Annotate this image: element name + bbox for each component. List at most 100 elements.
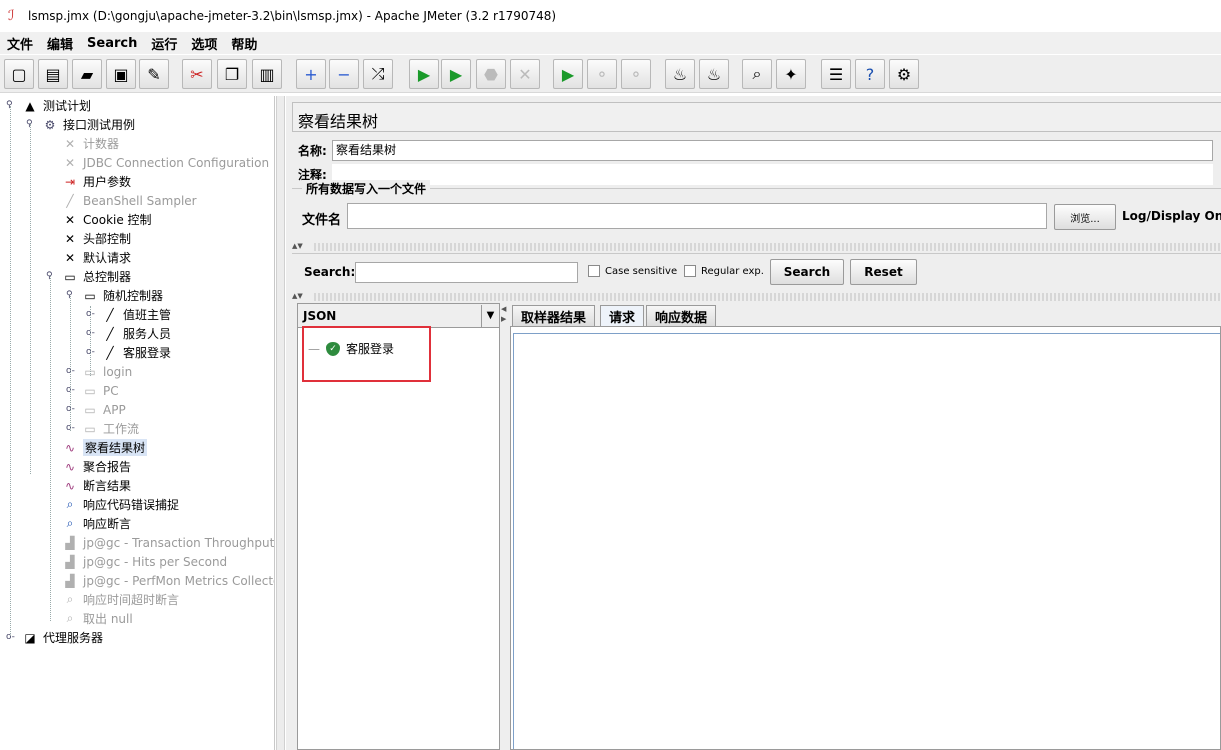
test-plan-tree[interactable]: ▲ 测试计划 ⚲ ⚙ 接口测试用例 ⚲ ✕ 计数器 ✕ JDBC Connection Confi…: [0, 96, 275, 750]
remote-shutdown-button[interactable]: ⚬: [621, 59, 651, 89]
search-button[interactable]: ⌕: [742, 59, 772, 89]
left-arrow-icon[interactable]: ◀: [501, 305, 506, 313]
clear-button[interactable]: ♨: [665, 59, 695, 89]
menu-file[interactable]: 文件: [0, 34, 40, 53]
tree-node[interactable]: ▭ 总控制器: [62, 267, 131, 286]
tree-node[interactable]: ▭ PC: [82, 381, 119, 400]
tree-node[interactable]: ✕ JDBC Connection Configuration: [62, 153, 269, 172]
copy-button[interactable]: ❐: [217, 59, 247, 89]
tree-node[interactable]: ╱ BeanShell Sampler: [62, 191, 196, 210]
dropdown-arrow-icon[interactable]: ▼: [481, 304, 499, 327]
tree-node-label: 头部控制: [83, 232, 132, 246]
tree-node[interactable]: ▲ 测试计划: [22, 96, 91, 115]
tree-node[interactable]: ∿ 察看结果树: [62, 438, 148, 457]
search-button[interactable]: Search: [770, 259, 844, 285]
tree-node[interactable]: ✕ 头部控制: [62, 229, 131, 248]
clear-all-button[interactable]: ♨: [699, 59, 729, 89]
case-sensitive-box[interactable]: [588, 265, 600, 277]
tab-sampler-result[interactable]: 取样器结果: [512, 305, 596, 326]
function-helper-button[interactable]: ☰: [821, 59, 851, 89]
request-text-area[interactable]: [513, 333, 1220, 749]
tree-node[interactable]: ▟ jp@gc - Hits per Second: [62, 552, 227, 571]
tab-response-data[interactable]: 响应数据: [646, 305, 717, 326]
menu-bar: 文件 编辑 Search 运行 选项 帮助: [0, 32, 1221, 54]
results-splitter[interactable]: ◀ ▶: [500, 303, 508, 750]
remote-start-button[interactable]: ▶: [553, 59, 583, 89]
reset-button[interactable]: Reset: [850, 259, 917, 285]
start-no-pause-icon: ▶: [449, 64, 463, 84]
new-button[interactable]: ▢: [4, 59, 34, 89]
tree-node[interactable]: ▭ 随机控制器: [82, 286, 163, 305]
tree-node[interactable]: ⚙ 接口测试用例: [42, 115, 135, 134]
browse-button[interactable]: 浏览...: [1054, 204, 1116, 230]
tree-node[interactable]: ✕ 计数器: [62, 134, 119, 153]
tab-request[interactable]: 请求: [600, 305, 645, 326]
tree-node[interactable]: ∿ 断言结果: [62, 476, 131, 495]
tree-node[interactable]: ⇥ 用户参数: [62, 172, 131, 191]
case-sensitive-label: Case sensitive: [605, 265, 678, 277]
tree-node[interactable]: ⌕ 响应时间超时断言: [62, 590, 179, 609]
tree-node-icon: ╱: [66, 193, 74, 208]
regular-exp-label: Regular exp.: [701, 265, 764, 277]
save-button[interactable]: ▣: [106, 59, 136, 89]
cut-button[interactable]: ✂: [182, 59, 212, 89]
menu-search[interactable]: Search: [80, 36, 144, 51]
collapse-bar-2[interactable]: [314, 293, 1221, 301]
tree-node[interactable]: ◪ 代理服务器: [22, 628, 103, 647]
collapse-button[interactable]: −: [329, 59, 359, 89]
view-results-tree-panel: 察看结果树 名称: 察看结果树 注释: 所有数据写入一个文件 文件名 浏览...…: [286, 96, 1221, 750]
tree-guide-line: [70, 296, 71, 431]
stop-icon: ⬣: [484, 64, 498, 84]
tree-node-label: 随机控制器: [103, 289, 164, 303]
menu-options[interactable]: 选项: [184, 34, 224, 53]
open-button[interactable]: ▰: [72, 59, 102, 89]
tree-node[interactable]: ▭ 工作流: [82, 419, 139, 438]
name-field[interactable]: 察看结果树: [332, 139, 1213, 161]
tree-node[interactable]: ⌕ 响应断言: [62, 514, 131, 533]
menu-edit[interactable]: 编辑: [40, 34, 80, 53]
expand-button[interactable]: +: [296, 59, 326, 89]
tree-node[interactable]: ✕ 默认请求: [62, 248, 131, 267]
templates-button[interactable]: ▤: [38, 59, 68, 89]
main-splitter[interactable]: [276, 96, 285, 750]
collapse-arrows-icon[interactable]: ▲▼: [292, 242, 303, 250]
collapse-arrows-icon[interactable]: ▲▼: [292, 292, 303, 300]
shutdown-button[interactable]: ✕: [510, 59, 540, 89]
menu-help[interactable]: 帮助: [224, 34, 264, 53]
tree-node[interactable]: ▟ jp@gc - Transaction Throughput vs: [62, 533, 274, 552]
comment-field[interactable]: [332, 163, 1213, 185]
new-icon: ▢: [11, 64, 27, 84]
remote-stop-button[interactable]: ⚬: [587, 59, 617, 89]
tree-node-icon: ◪: [24, 630, 36, 645]
save-as-button[interactable]: ✎: [139, 59, 169, 89]
tree-node[interactable]: ✕ Cookie 控制: [62, 210, 152, 229]
clear-icon: ♨: [672, 64, 688, 84]
tree-node[interactable]: ╱ 值班主管: [102, 305, 171, 324]
tree-node[interactable]: ╱ 服务人员: [102, 324, 171, 343]
tree-node[interactable]: ▟ jp@gc - PerfMon Metrics Collector: [62, 571, 274, 590]
regular-exp-box[interactable]: [684, 265, 696, 277]
menu-run[interactable]: 运行: [144, 34, 184, 53]
right-arrow-icon[interactable]: ▶: [501, 315, 506, 323]
stop-button[interactable]: ⬣: [476, 59, 506, 89]
paste-button[interactable]: ▥: [252, 59, 282, 89]
tree-node[interactable]: ⌕ 取出 null: [62, 609, 133, 628]
tree-node[interactable]: ▭ APP: [82, 400, 125, 419]
tree-node[interactable]: ∿ 聚合报告: [62, 457, 131, 476]
tree-node-label: PC: [103, 383, 119, 398]
collapse-bar[interactable]: [314, 243, 1221, 251]
tree-node[interactable]: ╱ 客服登录: [102, 343, 171, 362]
case-sensitive-checkbox[interactable]: Case sensitive: [588, 265, 677, 277]
reset-search-button[interactable]: ✦: [776, 59, 806, 89]
regular-exp-checkbox[interactable]: Regular exp.: [684, 265, 764, 277]
tree-node[interactable]: ⌕ 响应代码错误捕捉: [62, 495, 179, 514]
renderer-select[interactable]: JSON ▼: [298, 304, 499, 328]
help-button[interactable]: ?: [855, 59, 885, 89]
start-button[interactable]: ▶: [409, 59, 439, 89]
filename-input[interactable]: [347, 203, 1047, 229]
toggle-button[interactable]: ⤮: [363, 59, 393, 89]
start-no-pause-button[interactable]: ▶: [441, 59, 471, 89]
log-display-only-label: Log/Display Only:: [1122, 209, 1221, 223]
log-button[interactable]: ⚙: [889, 59, 919, 89]
search-input[interactable]: [355, 262, 578, 283]
